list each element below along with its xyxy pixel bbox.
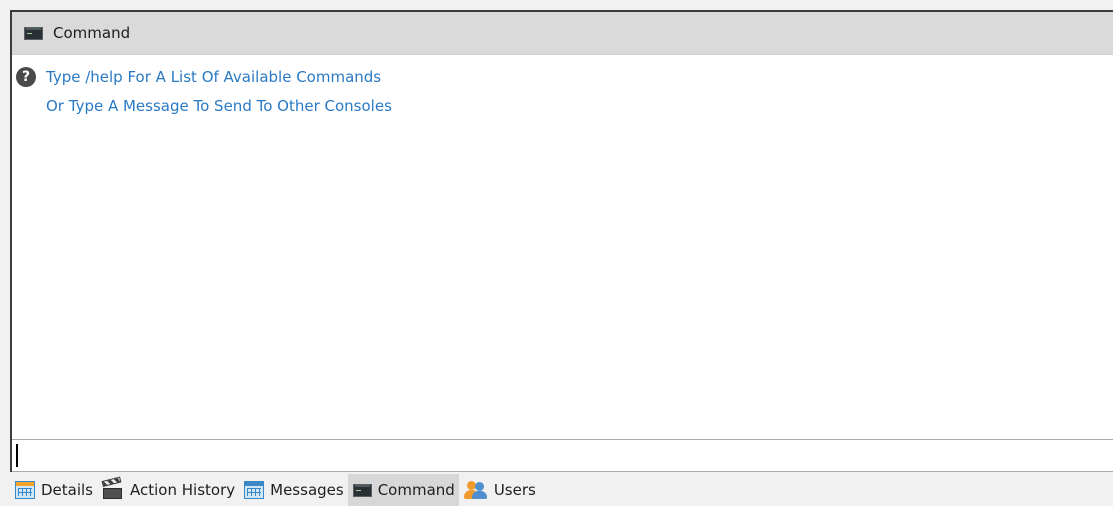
console-line: Or Type A Message To Send To Other Conso… <box>12 91 1113 120</box>
tab-action-history[interactable]: Action History <box>97 474 239 506</box>
command-panel: Command ? Type /help For A List Of Avail… <box>10 10 1113 472</box>
tab-label: Messages <box>270 481 344 499</box>
tab-label: Action History <box>130 481 236 499</box>
console-line-text: Type /help For A List Of Available Comma… <box>46 67 382 86</box>
tab-label: Users <box>493 481 536 499</box>
command-input[interactable] <box>12 440 1113 471</box>
table-orange-icon <box>15 481 35 499</box>
application-window: Command ? Type /help For A List Of Avail… <box>0 0 1113 506</box>
table-blue-icon <box>244 481 265 499</box>
tab-messages[interactable]: Messages <box>239 474 348 506</box>
terminal-icon <box>352 483 372 497</box>
clapperboard-icon <box>101 476 124 500</box>
help-icon: ? <box>16 66 36 87</box>
text-cursor <box>16 444 18 467</box>
panel-header: Command <box>12 12 1113 55</box>
console-output: ? Type /help For A List Of Available Com… <box>12 56 1113 438</box>
tab-details[interactable]: Details <box>10 474 97 506</box>
terminal-icon <box>24 26 43 40</box>
tab-label: Command <box>377 481 455 499</box>
console-line-text: Or Type A Message To Send To Other Conso… <box>46 96 392 115</box>
console-line: ? Type /help For A List Of Available Com… <box>12 62 1113 91</box>
tab-label: Details <box>41 481 94 499</box>
tab-users[interactable]: Users <box>459 474 540 506</box>
panel-title: Command <box>53 24 131 42</box>
bottom-tab-bar: Details Action History Messages Command … <box>10 474 1113 506</box>
command-input-row <box>12 439 1113 472</box>
users-icon <box>463 480 488 500</box>
tab-command[interactable]: Command <box>347 474 459 506</box>
